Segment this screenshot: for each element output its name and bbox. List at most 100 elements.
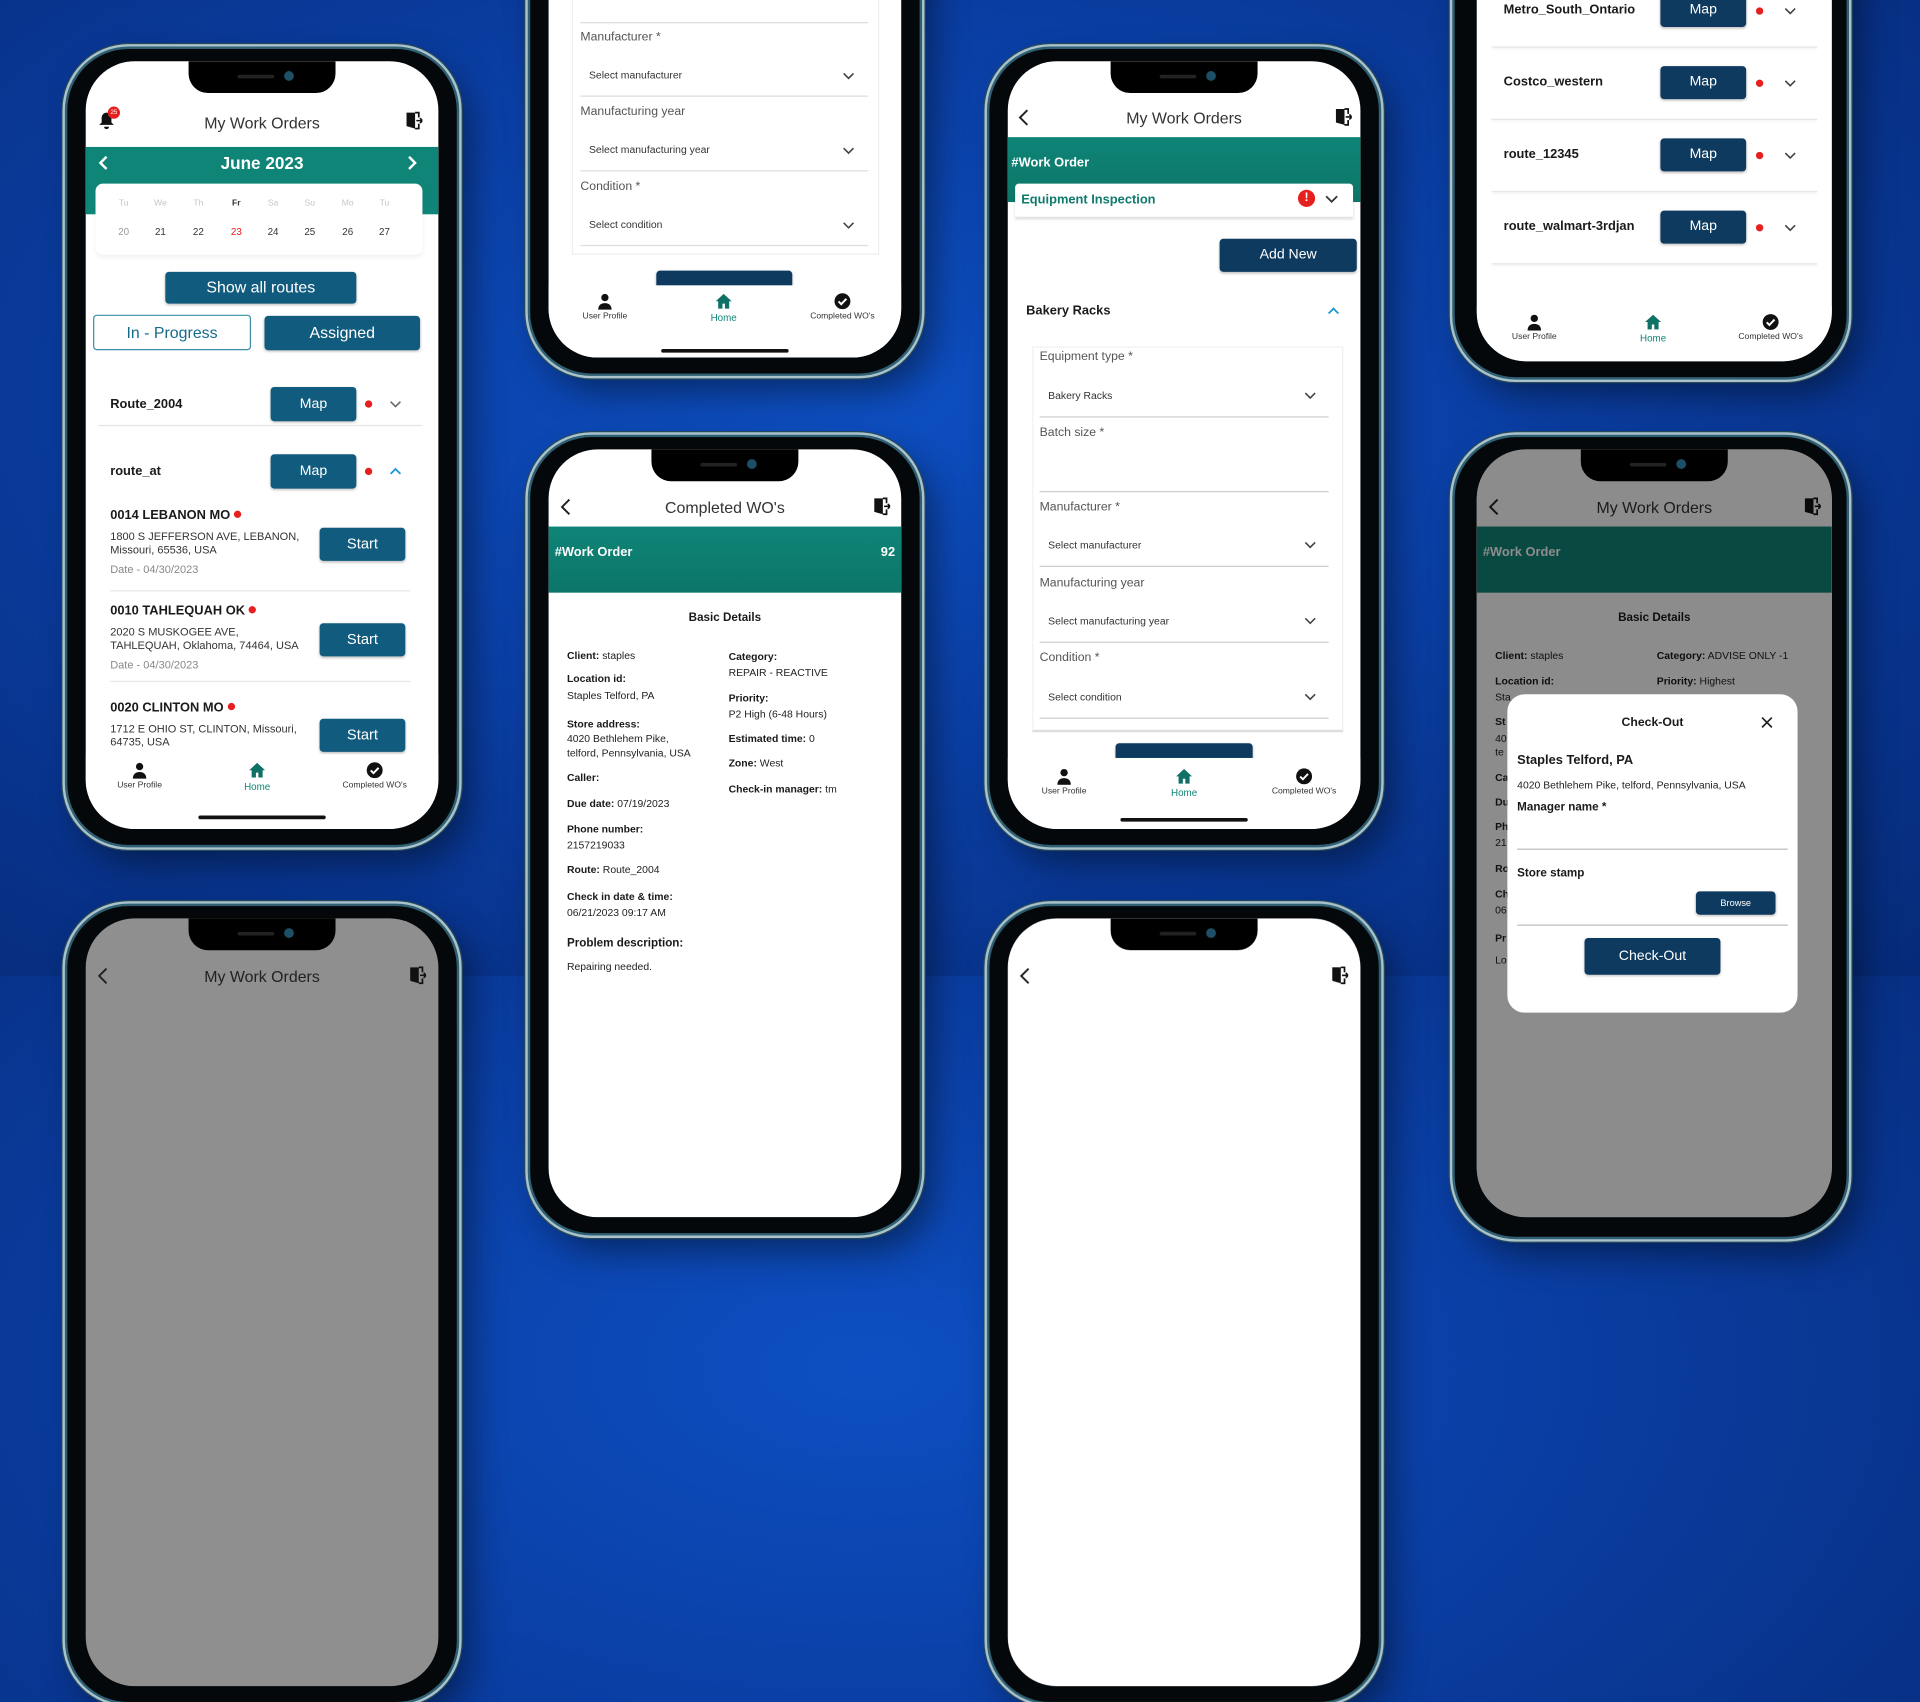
manager-name-label: Manager name * — [1517, 800, 1607, 815]
nav-user-profile[interactable]: User Profile — [86, 762, 199, 790]
home-icon — [1645, 313, 1662, 330]
detail-check-in: Check in date & time: 06/21/2023 09:17 AM — [567, 889, 673, 921]
nav-completed[interactable]: Completed WO's — [784, 293, 902, 321]
notch — [1110, 61, 1258, 94]
nav-user-profile[interactable]: User Profile — [1477, 313, 1593, 342]
route-name: Route_2004 — [110, 396, 183, 412]
chevron-down-icon[interactable] — [1304, 692, 1316, 702]
chevron-down-icon[interactable] — [1324, 193, 1340, 204]
add-new-button[interactable]: Add New — [1219, 238, 1357, 272]
nav-label: User Profile — [117, 781, 162, 790]
logout-icon[interactable] — [1335, 108, 1352, 126]
date-cell[interactable]: 24 — [258, 227, 287, 238]
phone-work-orders-calendar: 25 My Work Orders June 2023 Tu We Th Fr Sa Su… — [67, 48, 457, 845]
show-all-routes-button[interactable]: Show all routes — [165, 271, 357, 304]
nav-home[interactable]: Home — [665, 293, 783, 323]
condition-select[interactable]: Select condition — [589, 218, 662, 230]
chevron-up-icon[interactable] — [1327, 306, 1340, 316]
store-name: Staples Telford, PA — [1517, 753, 1634, 768]
check-circle-icon — [1762, 313, 1779, 331]
map-button[interactable]: Map — [1660, 0, 1747, 27]
tab-assigned[interactable]: Assigned — [264, 315, 421, 351]
user-icon — [1056, 768, 1073, 785]
detail-label: Category: — [728, 650, 778, 663]
manufacturing-year-select[interactable]: Select manufacturing year — [1048, 615, 1169, 627]
close-icon[interactable] — [1761, 716, 1773, 728]
date-cell[interactable]: 25 — [295, 227, 324, 238]
address-line: 2020 S MUSKOGEE AVE, — [110, 625, 239, 638]
alert-dot — [1755, 7, 1764, 15]
start-button[interactable]: Start — [319, 623, 406, 657]
detail-value: REPAIR - REACTIVE — [728, 666, 828, 679]
divider — [1039, 641, 1329, 643]
logout-icon[interactable] — [409, 966, 427, 985]
home-icon — [715, 293, 732, 310]
map-button[interactable]: Map — [1660, 210, 1747, 244]
phone-peek-right — [989, 906, 1379, 1702]
field-label: Condition * — [1039, 651, 1100, 665]
manager-name-input[interactable] — [1517, 819, 1788, 850]
chevron-down-icon[interactable] — [1784, 151, 1796, 161]
nav-home[interactable]: Home — [1594, 313, 1712, 344]
weekday-label: Su — [304, 199, 316, 209]
check-circle-icon — [1296, 768, 1313, 785]
manufacturing-year-select[interactable]: Select manufacturing year — [589, 143, 710, 155]
chevron-down-icon[interactable] — [1784, 6, 1796, 16]
nav-completed[interactable]: Completed WO's — [316, 762, 434, 790]
chevron-down-icon[interactable] — [842, 71, 855, 81]
manufacturer-select[interactable]: Select manufacturer — [589, 69, 682, 81]
detail-value: 07/19/2023 — [614, 797, 670, 810]
chevron-down-icon[interactable] — [1304, 540, 1316, 550]
chevron-down-icon[interactable] — [1784, 223, 1796, 233]
chevron-down-icon[interactable] — [1304, 616, 1316, 626]
map-button[interactable]: Map — [1660, 66, 1747, 100]
equipment-type-select[interactable]: Bakery Racks — [1048, 389, 1112, 401]
condition-select[interactable]: Select condition — [1048, 691, 1121, 703]
notch — [1110, 918, 1258, 951]
browse-button[interactable]: Browse — [1695, 891, 1776, 915]
start-button[interactable]: Start — [319, 718, 406, 752]
chevron-down-icon[interactable] — [1784, 78, 1796, 88]
logout-icon[interactable] — [873, 497, 891, 516]
start-button[interactable]: Start — [319, 527, 406, 561]
home-indicator — [198, 815, 326, 820]
chevron-right-icon[interactable] — [405, 155, 417, 171]
weekday-label: Th — [193, 199, 204, 209]
chevron-down-icon[interactable] — [842, 146, 855, 156]
date-cell[interactable]: 22 — [184, 227, 213, 238]
nav-completed[interactable]: Completed WO's — [1245, 768, 1360, 796]
chevron-down-icon[interactable] — [842, 220, 855, 230]
user-icon — [596, 293, 613, 310]
date-cell[interactable]: 27 — [370, 227, 399, 238]
nav-home[interactable]: Home — [1125, 768, 1243, 798]
detail-label: Route: — [566, 863, 600, 876]
nav-user-profile[interactable]: User Profile — [549, 293, 664, 321]
map-button[interactable]: Map — [270, 386, 357, 422]
chevron-down-icon[interactable] — [1304, 391, 1316, 401]
detail-label: Location id: — [566, 672, 626, 685]
logout-icon[interactable] — [1331, 966, 1349, 985]
detail-label: Client: — [566, 648, 600, 662]
tab-in-progress[interactable]: In - Progress — [93, 314, 252, 351]
detail-phone: Phone number: 2157219033 — [567, 822, 643, 854]
stop-address: 1712 E OHIO ST, CLINTON, Missouri, 64735,… — [110, 722, 297, 749]
divider — [580, 170, 869, 172]
logout-icon[interactable] — [405, 111, 423, 130]
nav-completed[interactable]: Completed WO's — [1712, 313, 1830, 342]
date-cell[interactable]: 21 — [146, 227, 175, 238]
chevron-down-icon[interactable] — [389, 399, 401, 409]
chevron-up-icon[interactable] — [389, 467, 402, 477]
inspection-dropdown[interactable]: Equipment Inspection ! — [1015, 183, 1354, 217]
batch-size-input[interactable] — [1048, 459, 1317, 476]
manufacturer-select[interactable]: Select manufacturer — [1048, 539, 1141, 551]
alert-dot — [364, 467, 373, 476]
date-cell[interactable]: 26 — [333, 227, 362, 238]
check-out-button[interactable]: Check-Out — [1584, 937, 1721, 975]
nav-home[interactable]: Home — [198, 762, 316, 792]
map-button[interactable]: Map — [270, 454, 357, 489]
date-cell[interactable]: 20 — [109, 227, 138, 238]
map-button[interactable]: Map — [1660, 138, 1747, 172]
notch — [1580, 449, 1728, 482]
date-cell[interactable]: 23 — [222, 227, 251, 238]
nav-user-profile[interactable]: User Profile — [1008, 768, 1123, 796]
